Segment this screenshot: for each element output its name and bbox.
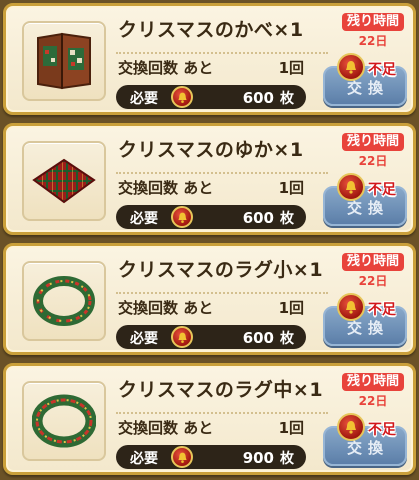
cost-label: 必要 (130, 91, 158, 107)
cost-amount: 600 (242, 329, 274, 347)
item-name: クリスマスのラグ中×1 (118, 379, 324, 401)
cost-amount: 600 (242, 209, 274, 227)
christmas-floor-icon (22, 141, 106, 221)
item-name: クリスマスのゆか×1 (118, 139, 304, 161)
cost-label: 必要 (130, 331, 158, 347)
cost-value: 600 枚 (243, 328, 294, 348)
remaining-time-badge: 残り時間 (342, 253, 404, 271)
divider (116, 172, 328, 174)
exchange-count-value: 1回 (278, 59, 304, 77)
item-name: クリスマスのかべ×1 (118, 19, 304, 41)
bell-coin-icon (337, 293, 365, 321)
exchange-count-label: 交換回数 あと (118, 59, 214, 77)
bell-coin-icon (171, 446, 193, 468)
christmas-rug-small-icon (22, 261, 106, 341)
remaining-days: 22日 (358, 34, 388, 48)
cost-unit: 枚 (280, 451, 294, 467)
remaining-days: 22日 (358, 154, 388, 168)
remaining-time-badge: 残り時間 (342, 13, 404, 31)
cost-unit: 枚 (280, 331, 294, 347)
cost-bar: 必要 900 枚 (116, 445, 306, 469)
shop-item-card: クリスマスのラグ中×1 交換回数 あと 1回 必要 900 枚 残り時間 22日 … (3, 363, 416, 475)
bell-coin-icon (171, 206, 193, 228)
divider (116, 412, 328, 414)
shop-item-card: クリスマスのゆか×1 交換回数 あと 1回 必要 600 枚 残り時間 22日 交… (3, 123, 416, 235)
shop-item-card: クリスマスのラグ小×1 交換回数 あと 1回 必要 600 枚 残り時間 22日 … (3, 243, 416, 355)
exchange-count-value: 1回 (278, 299, 304, 317)
exchange-count-label: 交換回数 あと (118, 419, 214, 437)
divider (116, 292, 328, 294)
remaining-time-badge: 残り時間 (342, 373, 404, 391)
exchange-count-label: 交換回数 あと (118, 179, 214, 197)
shop-item-card: クリスマスのかべ×1 交換回数 あと 1回 必要 600 枚 残り時間 22日 交… (3, 3, 416, 115)
cost-unit: 枚 (280, 211, 294, 227)
cost-value: 600 枚 (243, 208, 294, 228)
cost-bar: 必要 600 枚 (116, 325, 306, 349)
bell-coin-icon (337, 413, 365, 441)
exchange-count-value: 1回 (278, 419, 304, 437)
item-name: クリスマスのラグ小×1 (118, 259, 324, 281)
exchange-count-value: 1回 (278, 179, 304, 197)
shortage-label: 不足 (368, 422, 396, 438)
bell-coin-icon (337, 53, 365, 81)
remaining-days: 22日 (358, 394, 388, 408)
bell-coin-icon (337, 173, 365, 201)
shortage-label: 不足 (368, 302, 396, 318)
remaining-time-badge: 残り時間 (342, 133, 404, 151)
cost-label: 必要 (130, 451, 158, 467)
bell-coin-icon (171, 326, 193, 348)
cost-value: 600 枚 (243, 88, 294, 108)
cost-bar: 必要 600 枚 (116, 205, 306, 229)
divider (116, 52, 328, 54)
christmas-rug-medium-icon (22, 381, 106, 461)
cost-unit: 枚 (280, 91, 294, 107)
shortage-label: 不足 (368, 62, 396, 78)
cost-bar: 必要 600 枚 (116, 85, 306, 109)
cost-label: 必要 (130, 211, 158, 227)
cost-value: 900 枚 (243, 448, 294, 468)
cost-amount: 900 (242, 449, 274, 467)
shortage-label: 不足 (368, 182, 396, 198)
remaining-days: 22日 (358, 274, 388, 288)
cost-amount: 600 (242, 89, 274, 107)
exchange-count-label: 交換回数 あと (118, 299, 214, 317)
christmas-wall-icon (22, 21, 106, 101)
bell-coin-icon (171, 86, 193, 108)
